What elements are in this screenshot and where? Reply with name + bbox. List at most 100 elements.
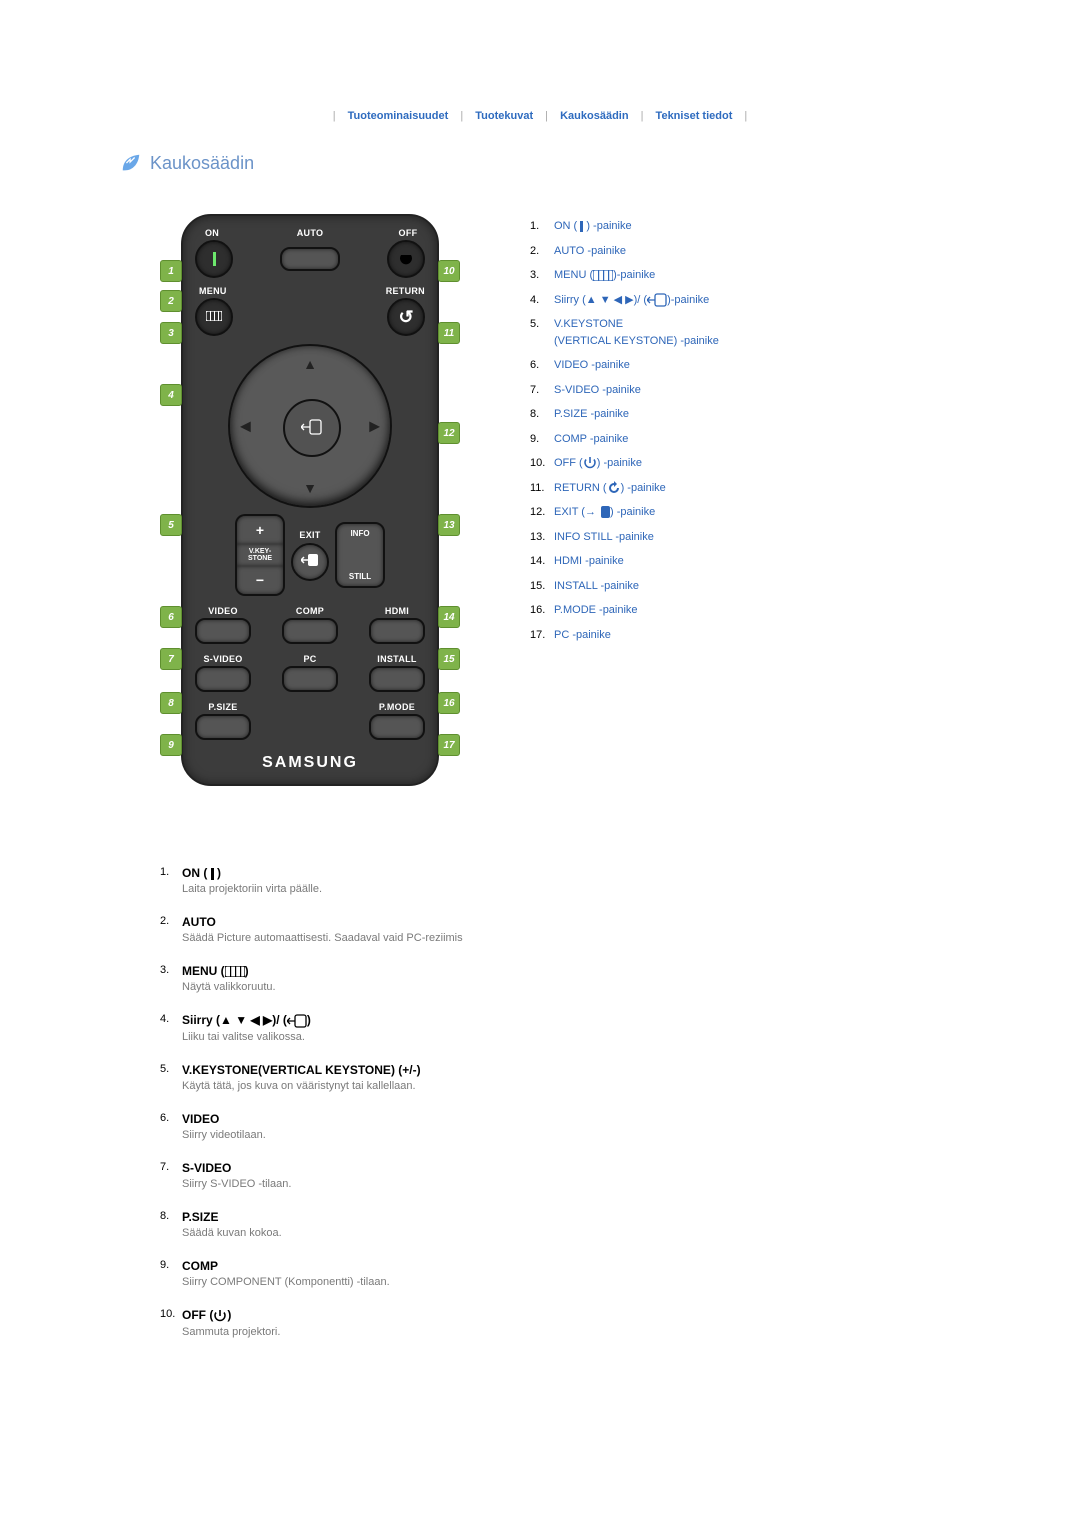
callout-item: 13.INFO STILL -painike: [530, 529, 719, 546]
info-still-rocker[interactable]: INFO STILL: [335, 522, 385, 588]
nav-sep: |: [333, 110, 336, 122]
callout-badge-9: 9: [160, 734, 182, 756]
callout-link[interactable]: OFF () -painike: [554, 455, 642, 472]
callout-link[interactable]: INFO STILL -painike: [554, 529, 654, 546]
description-number: 5.: [160, 1063, 182, 1075]
callout-badge-15: 15: [438, 648, 460, 670]
description-title: S-VIDEO: [182, 1161, 882, 1175]
callout-number: 3.: [530, 267, 554, 284]
label-exit: EXIT: [299, 530, 320, 540]
description-title: V.KEYSTONE(VERTICAL KEYSTONE) (+/-): [182, 1063, 882, 1077]
pc-button[interactable]: [282, 666, 338, 692]
label-return: RETURN: [370, 286, 425, 296]
nav-sep: |: [641, 110, 644, 122]
callout-link[interactable]: COMP -painike: [554, 431, 628, 448]
callout-number: 15.: [530, 578, 554, 595]
nav-link-features[interactable]: Tuoteominaisuudet: [348, 110, 449, 122]
callout-link[interactable]: AUTO -painike: [554, 243, 626, 260]
callout-badge-1: 1: [160, 260, 182, 282]
callout-item: 8.P.SIZE -painike: [530, 406, 719, 423]
off-button[interactable]: [387, 240, 425, 278]
pmode-button[interactable]: [369, 714, 425, 740]
vkeystone-rocker[interactable]: + V.KEY-STONE −: [235, 514, 285, 596]
description-title: P.SIZE: [182, 1210, 882, 1224]
callout-link[interactable]: P.SIZE -painike: [554, 406, 629, 423]
callout-link[interactable]: ON ( ) -painike: [554, 218, 632, 235]
nav-pad[interactable]: ▲ ▼ ◀ ▶: [228, 344, 392, 508]
leaf-icon: [120, 152, 142, 174]
callout-number: 13.: [530, 529, 554, 546]
description-text: Siirry videotilaan.: [182, 1129, 882, 1141]
label-svideo: S-VIDEO: [203, 654, 242, 664]
label-still: STILL: [349, 572, 371, 581]
nav-left-icon: ◀: [240, 418, 251, 435]
callout-item: 15.INSTALL -painike: [530, 578, 719, 595]
description-title: ON ( ): [182, 866, 882, 880]
callout-link[interactable]: S-VIDEO -painike: [554, 382, 641, 399]
callout-link[interactable]: EXIT (→) -painike: [554, 504, 655, 521]
callout-list: 1.ON ( ) -painike2.AUTO -painike3.MENU (…: [530, 218, 719, 651]
video-button[interactable]: [195, 618, 251, 644]
callout-number: 17.: [530, 627, 554, 644]
callout-badge-10: 10: [438, 260, 460, 282]
callout-item: 11.RETURN () -painike: [530, 480, 719, 497]
description-title: Siirry (▲ ▼ ◀ ▶)/ (): [182, 1013, 882, 1028]
label-off: OFF: [391, 228, 425, 238]
description-text: Laita projektoriin virta päälle.: [182, 883, 882, 895]
nav-link-remote[interactable]: Kaukosäädin: [560, 110, 628, 122]
description-title: COMP: [182, 1259, 882, 1273]
description-text: Liiku tai valitse valikossa.: [182, 1031, 882, 1043]
description-text: Käytä tätä, jos kuva on vääristynyt tai …: [182, 1080, 882, 1092]
psize-button[interactable]: [195, 714, 251, 740]
exit-button[interactable]: [291, 543, 329, 581]
callout-link[interactable]: PC -painike: [554, 627, 611, 644]
callout-number: 9.: [530, 431, 554, 448]
description-title: MENU (): [182, 964, 882, 978]
install-button[interactable]: [369, 666, 425, 692]
callout-link[interactable]: HDMI -painike: [554, 553, 624, 570]
svideo-button[interactable]: [195, 666, 251, 692]
callout-link[interactable]: P.MODE -painike: [554, 602, 638, 619]
nav-sep: |: [744, 110, 747, 122]
callout-badge-17: 17: [438, 734, 460, 756]
callout-number: 2.: [530, 243, 554, 260]
callout-item: 4.Siirry (▲ ▼ ◀ ▶)/ ()-painike: [530, 292, 719, 309]
nav-link-images[interactable]: Tuotekuvat: [475, 110, 533, 122]
callout-number: 11.: [530, 480, 554, 497]
callout-badge-3: 3: [160, 322, 182, 344]
description-item: 6.VIDEOSiirry videotilaan.: [160, 1112, 960, 1141]
label-menu: MENU: [195, 286, 244, 296]
callout-badge-14: 14: [438, 606, 460, 628]
callout-link[interactable]: V.KEYSTONE(VERTICAL KEYSTONE) -painike: [554, 316, 719, 349]
callout-item: 9.COMP -painike: [530, 431, 719, 448]
nav-sep: |: [545, 110, 548, 122]
callout-link[interactable]: Siirry (▲ ▼ ◀ ▶)/ ()-painike: [554, 292, 709, 309]
description-item: 2.AUTOSäädä Picture automaattisesti. Saa…: [160, 915, 960, 944]
callout-number: 14.: [530, 553, 554, 570]
callout-number: 6.: [530, 357, 554, 374]
callout-item: 6.VIDEO -painike: [530, 357, 719, 374]
callout-link[interactable]: MENU ()-painike: [554, 267, 655, 284]
auto-button[interactable]: [280, 247, 340, 271]
return-button[interactable]: ↺: [387, 298, 425, 336]
callout-item: 3.MENU ()-painike: [530, 267, 719, 284]
comp-button[interactable]: [282, 618, 338, 644]
menu-icon: [206, 311, 222, 324]
enter-icon: [301, 419, 323, 438]
label-video: VIDEO: [208, 606, 238, 616]
callout-item: 16.P.MODE -painike: [530, 602, 719, 619]
nav-link-specs[interactable]: Tekniset tiedot: [656, 110, 733, 122]
description-item: 5.V.KEYSTONE(VERTICAL KEYSTONE) (+/-) Käy…: [160, 1063, 960, 1092]
brand-logo: SAMSUNG: [195, 754, 425, 772]
enter-button[interactable]: [283, 399, 341, 457]
callout-item: 17.PC -painike: [530, 627, 719, 644]
power-icon: [397, 250, 415, 268]
on-button[interactable]: [195, 240, 233, 278]
callout-link[interactable]: INSTALL -painike: [554, 578, 639, 595]
callout-item: 2.AUTO -painike: [530, 243, 719, 260]
hdmi-button[interactable]: [369, 618, 425, 644]
menu-button[interactable]: [195, 298, 233, 336]
callout-item: 1.ON ( ) -painike: [530, 218, 719, 235]
callout-link[interactable]: RETURN () -painike: [554, 480, 666, 497]
callout-link[interactable]: VIDEO -painike: [554, 357, 630, 374]
